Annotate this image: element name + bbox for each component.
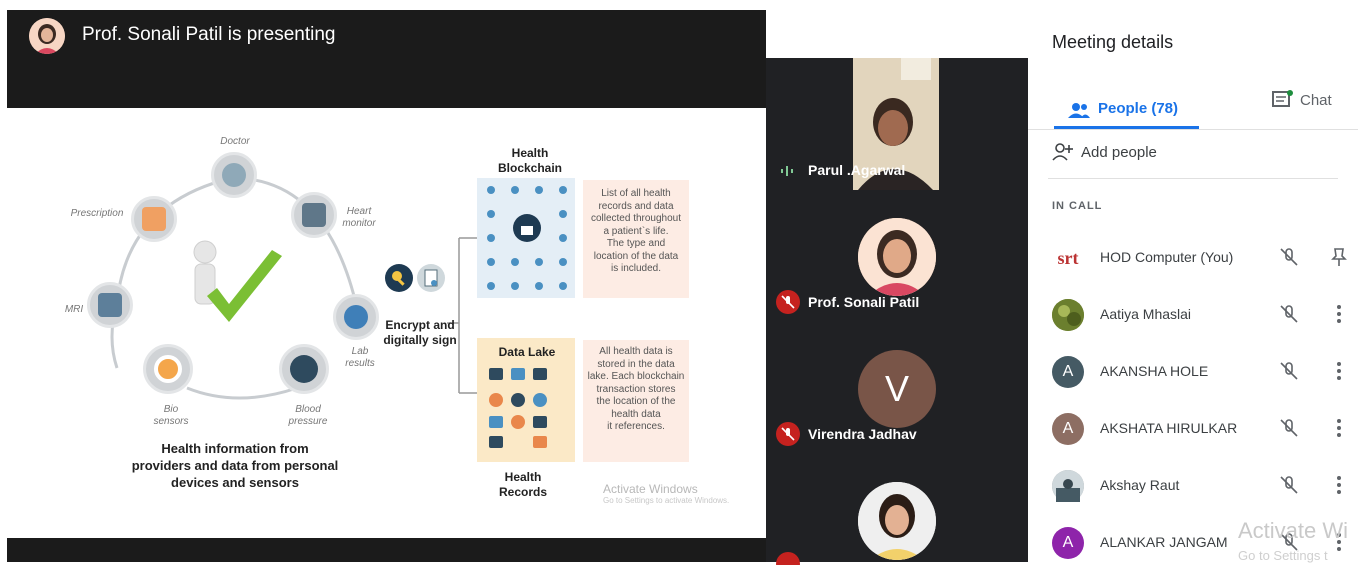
mic-off-icon — [1280, 305, 1298, 323]
panel-title: Meeting details — [1052, 32, 1174, 52]
windows-activation-watermark: Activate Wi — [1238, 518, 1349, 543]
participant-name: AKSHATA HIRULKAR — [1100, 420, 1238, 436]
add-person-icon — [1052, 143, 1073, 161]
chat-tab-label: Chat — [1300, 92, 1332, 109]
presenter-avatar — [29, 18, 65, 54]
avatar: A — [1052, 413, 1084, 445]
meeting-details-panel: Meeting details People (78) Chat Add peo… — [1028, 10, 1358, 562]
avatar: A — [1052, 356, 1084, 388]
list-item[interactable]: A AKANSHA HOLE — [1028, 350, 1358, 402]
mic-off-icon — [776, 552, 800, 565]
health-info-text: Health information from providers and da… — [131, 441, 339, 490]
checkmark-figure-icon — [193, 240, 282, 322]
list-item[interactable]: A AKSHATA HIRULKAR — [1028, 407, 1358, 459]
avatar: A — [1052, 527, 1084, 559]
lab-results-icon — [333, 294, 379, 340]
pin-icon[interactable] — [1328, 246, 1350, 268]
meet-screen: Prof. Sonali Patil is presenting Doctor … — [0, 0, 1371, 565]
in-call-heading: IN CALL — [1052, 200, 1103, 212]
tile-name-virendra: Virendra Jadhav — [808, 426, 917, 442]
bio-sensors-icon — [143, 344, 193, 394]
avatar-participant-4 — [858, 482, 936, 560]
list-item[interactable]: Akshay Raut — [1028, 464, 1358, 516]
add-people-label: Add people — [1081, 144, 1157, 161]
participant-name: ALANKAR JANGAM — [1100, 534, 1228, 550]
label-heart-monitor: Heart monitor — [342, 206, 376, 229]
encrypt-text: Encrypt and digitally sign — [383, 318, 457, 347]
mic-off-icon — [1280, 362, 1298, 380]
data-lake-title: Data Lake — [498, 345, 556, 359]
blood-pressure-icon — [279, 344, 329, 394]
stage-bottom-bar — [7, 538, 766, 562]
health-blockchain-title: Health Blockchain — [497, 146, 563, 175]
doctor-icon — [211, 152, 257, 198]
mri-icon — [87, 282, 133, 328]
tab-divider — [1028, 129, 1358, 130]
list-item[interactable]: srt HOD Computer (You) — [1028, 236, 1358, 288]
slide-activate-windows-sub: Go to Settings to activate Windows. — [603, 496, 730, 505]
avatar — [1052, 470, 1084, 502]
chat-icon — [1272, 90, 1293, 107]
label-lab-results: Lab results — [345, 346, 375, 369]
label-blood-pressure: Blood pressure — [288, 404, 328, 427]
label-prescription: Prescription — [70, 208, 124, 219]
blockchain-grid — [477, 178, 575, 298]
windows-activation-watermark-sub: Go to Settings t — [1238, 548, 1328, 563]
people-tab-label: People (78) — [1098, 100, 1179, 117]
list-item[interactable]: Aatiya Mhaslai — [1028, 293, 1358, 345]
label-bio-sensors: Bio sensors — [153, 404, 189, 427]
prescription-icon — [131, 196, 177, 242]
mic-off-icon — [1280, 419, 1298, 437]
more-options-icon[interactable] — [1328, 303, 1350, 325]
participant-name: AKANSHA HOLE — [1100, 363, 1209, 379]
tile-name-parul: Parul .Agarwal — [808, 162, 906, 178]
more-options-icon[interactable] — [1328, 417, 1350, 439]
participant-name: Aatiya Mhaslai — [1100, 306, 1192, 322]
avatar: srt — [1052, 242, 1084, 274]
people-icon — [1068, 103, 1090, 118]
heart-monitor-icon — [291, 192, 337, 238]
presentation-stage[interactable]: Prof. Sonali Patil is presenting Doctor … — [7, 10, 766, 562]
data-lake-desc: All health data is stored in the data la… — [587, 346, 685, 432]
label-mri: MRI — [64, 304, 84, 315]
participant-name: Akshay Raut — [1100, 477, 1180, 493]
participant-tiles: Parul .Agarwal Prof. Sonali Patil V Vire… — [766, 58, 1028, 565]
blockchain-desc: List of all health records and data coll… — [590, 188, 682, 274]
presenter-bar: Prof. Sonali Patil is presenting — [7, 10, 766, 108]
mic-off-icon — [776, 290, 800, 314]
avatar-virendra: V — [858, 350, 936, 428]
speaking-icon — [780, 164, 794, 178]
avatar-sonali — [858, 218, 936, 296]
more-options-icon[interactable] — [1328, 360, 1350, 382]
label-doctor: Doctor — [220, 136, 250, 147]
health-records-title: Health Records — [498, 470, 548, 499]
presenter-banner: Prof. Sonali Patil is presenting — [82, 24, 336, 45]
avatar — [1052, 299, 1084, 331]
mic-off-icon — [1280, 476, 1298, 494]
tile-name-sonali: Prof. Sonali Patil — [808, 294, 920, 310]
section-divider — [1048, 178, 1338, 179]
document-lock-icon — [417, 264, 445, 292]
shared-slide: Doctor Prescription Heart monitor MRI La… — [7, 108, 766, 538]
slide-activate-windows: Activate Windows — [603, 482, 698, 496]
key-icon — [385, 264, 413, 292]
participant-name: HOD Computer (You) — [1100, 249, 1234, 265]
mic-off-icon — [776, 422, 800, 446]
more-options-icon[interactable] — [1328, 474, 1350, 496]
mic-off-icon — [1280, 248, 1298, 266]
